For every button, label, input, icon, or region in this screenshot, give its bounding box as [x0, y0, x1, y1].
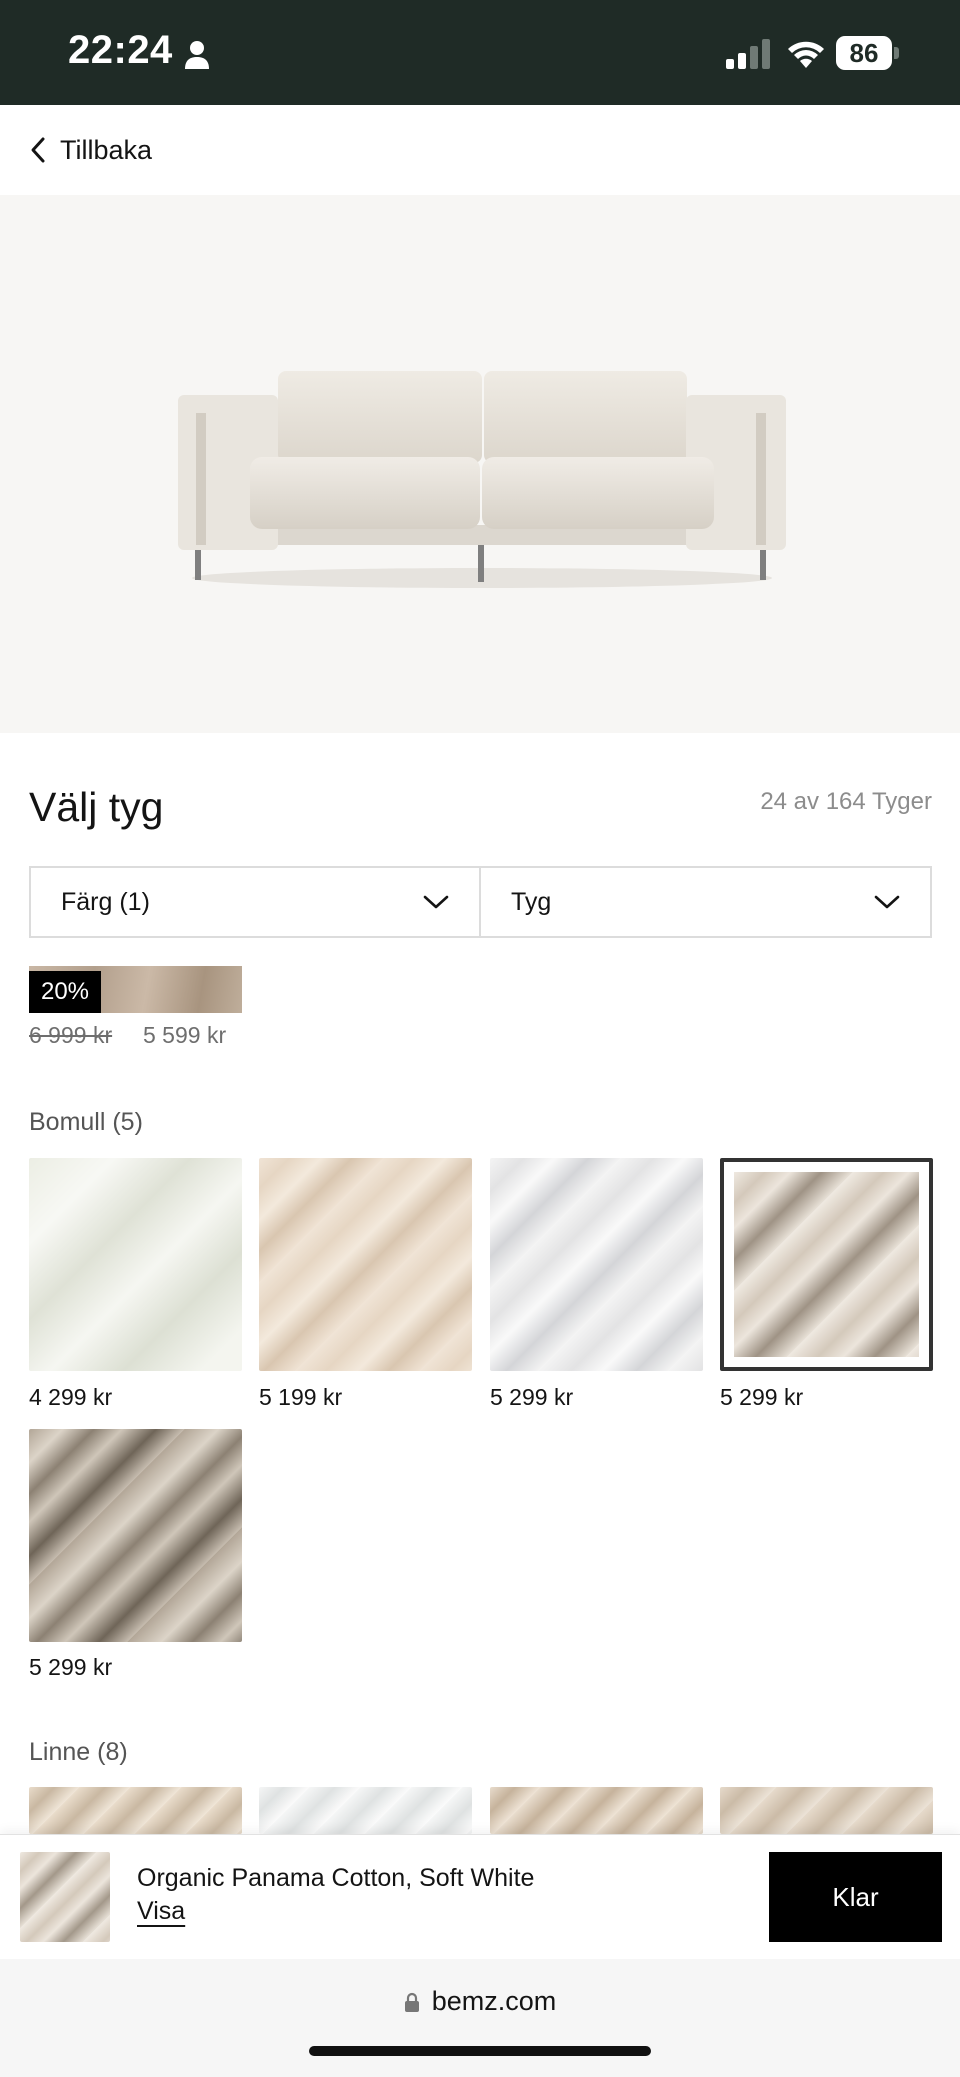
view-link[interactable]: Visa: [137, 1897, 185, 1926]
battery-icon: 86: [836, 36, 900, 72]
back-button[interactable]: Tillbaka: [28, 128, 152, 172]
color-filter-dropdown[interactable]: Färg (1): [29, 866, 481, 938]
sofa-illustration: [178, 371, 786, 588]
product-image: [0, 195, 960, 733]
fabric-swatch[interactable]: [490, 1787, 703, 1834]
done-button[interactable]: Klar: [769, 1852, 942, 1942]
fabric-swatch[interactable]: [259, 1158, 472, 1371]
fabric-swatch[interactable]: [490, 1158, 703, 1371]
fabric-price: 5 199 kr: [259, 1384, 343, 1410]
wifi-icon: [788, 41, 824, 68]
battery-level: 86: [849, 38, 879, 68]
chevron-down-icon: [423, 895, 449, 909]
section-title: Välj tyg: [29, 784, 164, 830]
discount-badge: 20%: [29, 971, 101, 1013]
selected-fabric-thumbnail: [20, 1852, 110, 1942]
fabric-filter-label: Tyg: [511, 887, 552, 916]
person-icon: [185, 41, 209, 69]
fabric-swatch-selected[interactable]: [720, 1158, 933, 1371]
group-label-bomull: Bomull (5): [29, 1108, 143, 1136]
fabric-swatch[interactable]: [29, 1158, 242, 1371]
fabric-price: 5 299 kr: [720, 1384, 804, 1410]
lock-icon: [404, 1992, 419, 2012]
chevron-left-icon: [31, 137, 45, 163]
sale-price: 5 599 kr: [143, 1022, 227, 1048]
selected-fabric-name: Organic Panama Cotton, Soft White: [137, 1864, 535, 1892]
group-label-linne: Linne (8): [29, 1738, 128, 1766]
fabric-price: 5 299 kr: [29, 1654, 113, 1680]
browser-address-bar: [0, 1959, 960, 2077]
url-text: bemz.com: [431, 1986, 557, 2016]
fabric-count: 24 av 164 Tyger: [760, 788, 932, 815]
fabric-swatch[interactable]: [29, 1429, 242, 1642]
back-label: Tillbaka: [60, 134, 153, 165]
home-indicator[interactable]: [309, 2046, 651, 2056]
status-time: 22:24: [68, 28, 173, 72]
fabric-price: 4 299 kr: [29, 1384, 113, 1410]
color-filter-label: Färg (1): [61, 887, 150, 916]
chevron-down-icon: [874, 895, 900, 909]
fabric-swatch[interactable]: [259, 1787, 472, 1834]
original-price: 6 999 kr: [29, 1022, 113, 1048]
fabric-price: 5 299 kr: [490, 1384, 574, 1410]
address-field[interactable]: bemz.com: [0, 1986, 960, 2017]
cellular-signal-icon: [726, 39, 770, 69]
fabric-swatch[interactable]: [29, 1787, 242, 1834]
fabric-filter-dropdown[interactable]: Tyg: [479, 866, 932, 938]
fabric-swatch[interactable]: [720, 1787, 933, 1834]
